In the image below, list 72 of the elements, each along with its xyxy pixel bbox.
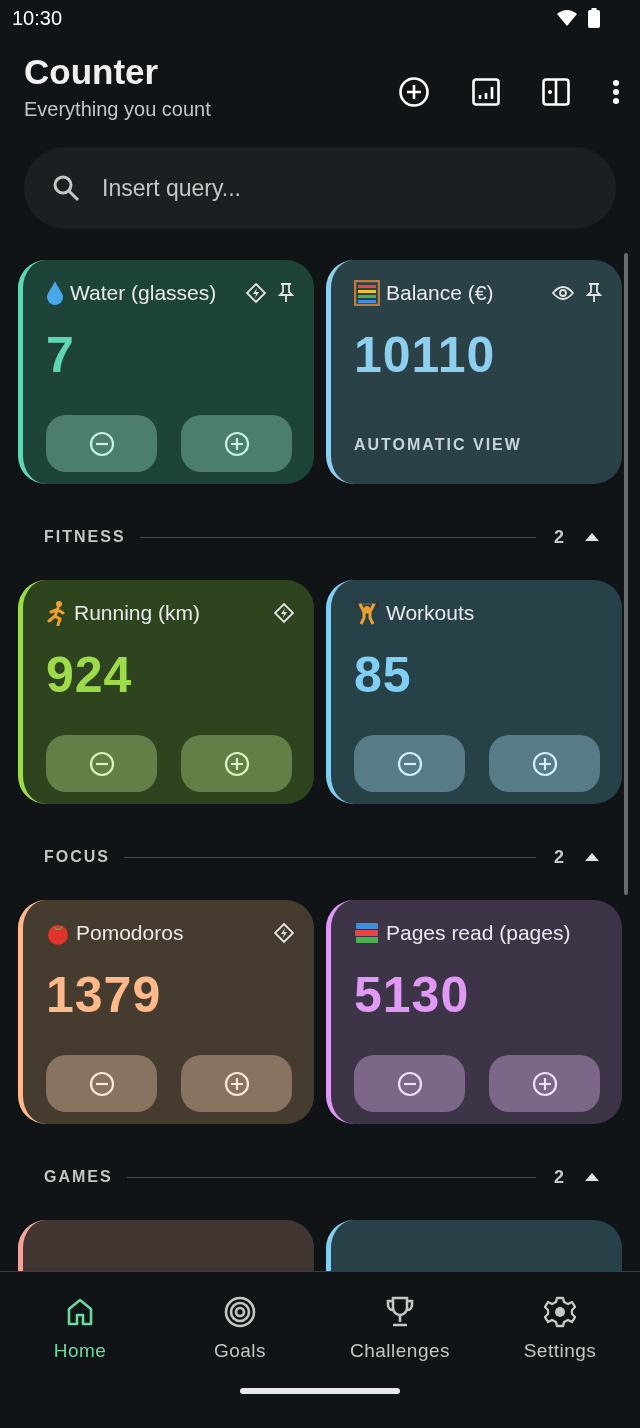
plus-icon [531,1070,558,1097]
app-title: Counter [24,52,160,92]
increment-button[interactable] [489,735,600,792]
decrement-button[interactable] [46,1055,157,1112]
caret-icon[interactable] [584,852,600,862]
water-drop-icon [46,280,64,306]
section-count: 2 [554,526,564,548]
section-title: FOCUS [44,848,110,866]
nav-tab[interactable]: Goals [160,1296,320,1362]
counter-card[interactable]: Pomodoros 1379 [18,900,314,1124]
app-subtitle: Everything you count [24,98,211,121]
battery-icon [588,8,600,28]
counter-title: Workouts [386,601,475,625]
caret-icon[interactable] [584,1172,600,1182]
increment-button[interactable] [181,415,292,472]
wifi-icon [556,9,578,27]
counter-title: Water (glasses) [70,281,217,305]
status-time: 10:30 [12,6,63,30]
section-count: 2 [554,1166,564,1188]
counter-value: 85 [354,646,413,704]
counter-card[interactable]: Workouts 85 [326,580,622,804]
nav-tab[interactable]: Challenges [320,1296,480,1362]
counter-title: Pages read (pages) [386,921,571,945]
search-field[interactable]: Insert query... [24,147,616,229]
add-icon[interactable] [398,75,430,108]
minus-icon [88,750,115,777]
plus-icon [531,750,558,777]
target-icon [224,1296,256,1328]
panel-icon[interactable] [542,77,570,106]
minus-icon [88,1070,115,1097]
plus-icon [223,430,250,457]
section-count: 2 [554,846,564,868]
decrement-button[interactable] [354,1055,465,1112]
counter-value: 1379 [46,966,163,1024]
chart-icon[interactable] [472,77,500,106]
decrement-button[interactable] [46,735,157,792]
home-icon [65,1296,95,1328]
counter-title: Running (km) [74,601,201,625]
increment-button[interactable] [181,1055,292,1112]
books-icon [354,921,380,945]
decrement-button[interactable] [354,735,465,792]
scrollbar[interactable] [624,253,628,895]
increment-button[interactable] [181,735,292,792]
counter-value: 7 [46,326,76,384]
counter-card[interactable]: Balance (€) 10110 AUTOMATIC VIEW [326,260,622,484]
minus-icon [396,750,423,777]
increment-button[interactable] [489,1055,600,1112]
counter-value: 924 [46,646,134,704]
counter-title: Balance (€) [386,281,494,305]
section-title: FITNESS [44,528,126,546]
plus-icon [223,1070,250,1097]
caret-icon[interactable] [584,532,600,542]
counter-value: 10110 [354,326,497,384]
counter-value: 5130 [354,966,471,1024]
counter-card[interactable]: Pages read (pages) 5130 [326,900,622,1124]
plus-icon [223,750,250,777]
minus-icon [396,1070,423,1097]
decrement-button[interactable] [46,415,157,472]
nav-tab[interactable]: Settings [480,1296,640,1362]
counter-card[interactable]: Running (km) 924 [18,580,314,804]
counter-title: Pomodoros [76,921,184,945]
section-title: GAMES [44,1168,113,1186]
weightlifter-icon [354,600,380,626]
view-mode-label: AUTOMATIC VIEW [354,436,523,454]
more-icon[interactable] [612,78,620,105]
nav-tab[interactable]: Home [0,1296,160,1362]
trophy-icon [386,1296,414,1328]
minus-icon [88,430,115,457]
search-icon [52,174,80,202]
settings-icon [544,1296,576,1328]
abacus-icon [354,280,380,306]
counter-card[interactable]: Water (glasses) 7 [18,260,314,484]
